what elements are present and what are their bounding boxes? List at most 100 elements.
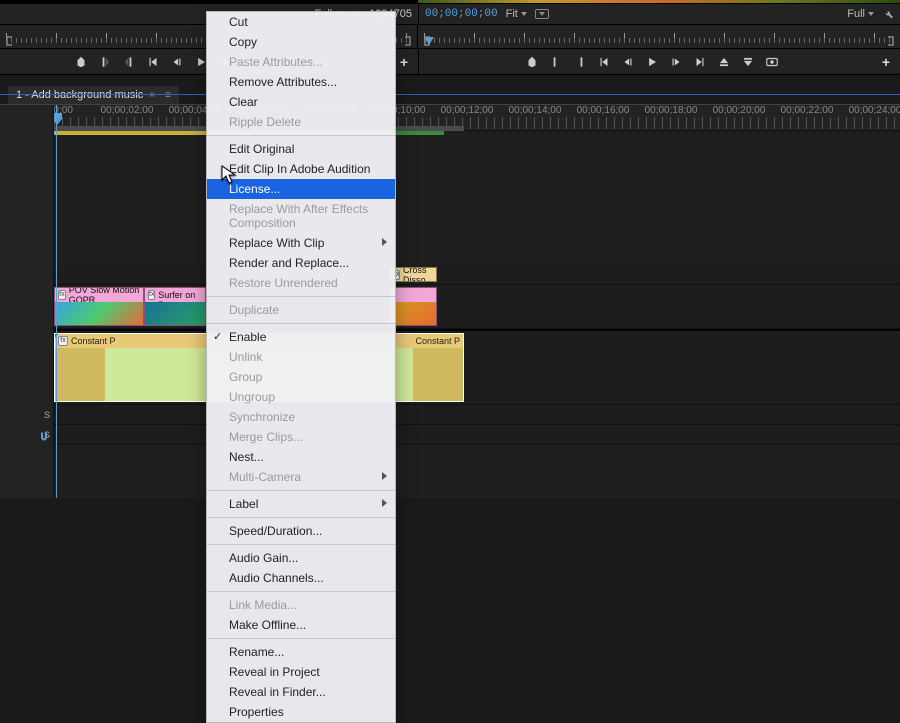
mark-in-button[interactable] (549, 55, 563, 69)
menu-item[interactable]: Audio Channels... (207, 568, 395, 588)
track-v2[interactable]: fxCross Disso (54, 265, 900, 285)
clip-label: Cross Disso (403, 267, 433, 282)
ruler-tick-label: 00;00;12;00 (441, 105, 494, 116)
sequence-tab-title: 1 - Add background music (16, 89, 143, 101)
audio-crossfade-left[interactable] (55, 348, 105, 401)
panel-menu-icon[interactable]: ≡ (165, 90, 171, 101)
menu-separator (207, 544, 395, 545)
track-a2[interactable] (54, 405, 900, 425)
menu-item[interactable]: Copy (207, 32, 395, 52)
mark-out-button[interactable] (122, 55, 136, 69)
menu-separator (207, 490, 395, 491)
menu-item[interactable]: Speed/Duration... (207, 521, 395, 541)
menu-item[interactable]: Properties (207, 702, 395, 722)
mark-out-button[interactable] (573, 55, 587, 69)
menu-item[interactable]: Make Offline... (207, 615, 395, 635)
menu-item: Ripple Delete (207, 112, 395, 132)
ruler-tick-label: 00;00;02;00 (101, 105, 154, 116)
button-editor-plus[interactable]: + (878, 54, 894, 70)
monitor-previews (0, 0, 900, 3)
extract-button[interactable] (741, 55, 755, 69)
check-icon: ✓ (213, 330, 222, 343)
add-marker-button[interactable] (74, 55, 88, 69)
video-clip[interactable]: fxPOV Surfer on B (144, 287, 206, 326)
lift-button[interactable] (717, 55, 731, 69)
menu-item: Link Media... (207, 595, 395, 615)
menu-item[interactable]: Render and Replace... (207, 253, 395, 273)
menu-item[interactable]: Edit Original (207, 139, 395, 159)
menu-item: Duplicate (207, 300, 395, 320)
menu-item[interactable]: Audio Gain... (207, 548, 395, 568)
menu-item[interactable]: Remove Attributes... (207, 72, 395, 92)
timeline-tracks[interactable]: ;00;0000;00;02;0000;00;04;0000;00;06;000… (54, 105, 900, 498)
source-monitor-preview (0, 0, 418, 3)
track-header-a2[interactable]: S (0, 405, 54, 425)
clip-context-menu: CutCopyPaste Attributes...Remove Attribu… (206, 11, 396, 723)
menu-item[interactable]: Reveal in Finder... (207, 682, 395, 702)
add-marker-button[interactable] (525, 55, 539, 69)
menu-separator (207, 296, 395, 297)
menu-item[interactable]: Nest... (207, 447, 395, 467)
export-frame-button[interactable] (765, 55, 779, 69)
close-icon[interactable]: × (149, 90, 155, 101)
step-forward-button[interactable] (669, 55, 683, 69)
menu-item[interactable]: Replace With Clip (207, 233, 395, 253)
chevron-down-icon (868, 12, 874, 16)
ruler-tick-label: 00;00;18;00 (645, 105, 698, 116)
track-v1[interactable]: fxPOV Slow Motion GOPR fxPOV Surfer on B (54, 285, 900, 329)
mouse-cursor-icon (221, 165, 237, 185)
menu-item[interactable]: Label (207, 494, 395, 514)
menu-item[interactable]: Enable✓ (207, 327, 395, 347)
video-clip[interactable] (389, 287, 437, 326)
play-button[interactable] (645, 55, 659, 69)
go-to-in-button[interactable] (146, 55, 160, 69)
menu-item: Restore Unrendered (207, 273, 395, 293)
submenu-arrow-icon (382, 472, 387, 480)
video-clip[interactable]: fxPOV Slow Motion GOPR (54, 287, 144, 326)
menu-item[interactable]: Rename... (207, 642, 395, 662)
menu-item: Ungroup (207, 387, 395, 407)
mark-in-button[interactable] (98, 55, 112, 69)
ruler-tick-label: 00;00;14;00 (509, 105, 562, 116)
program-zoom-dropdown[interactable]: Fit (506, 8, 527, 20)
menu-item: Synchronize (207, 407, 395, 427)
audio-crossfade-right[interactable] (413, 348, 463, 401)
active-panel-indicator (0, 94, 900, 95)
clip-thumbnail (145, 302, 205, 325)
fx-badge-icon: fx (58, 290, 66, 300)
step-back-button[interactable] (170, 55, 184, 69)
menu-separator (207, 323, 395, 324)
snap-icon[interactable] (38, 431, 50, 443)
timeline-panel: S S ;00;0000;00;02;0000;00;04;0000;00;06… (0, 105, 900, 498)
button-editor-plus[interactable]: + (396, 54, 412, 70)
transition-clip[interactable]: fxCross Disso (389, 267, 437, 282)
menu-item: Unlink (207, 347, 395, 367)
program-monitor-preview (418, 0, 900, 3)
wrench-icon[interactable] (882, 8, 894, 20)
program-resolution-dropdown[interactable]: Full (847, 8, 874, 20)
transport-row: + + (0, 49, 900, 75)
track-a1[interactable]: fx Constant P Constant P (54, 331, 900, 405)
menu-item: Multi-Camera (207, 467, 395, 487)
menu-item[interactable]: Clear (207, 92, 395, 112)
playhead[interactable] (56, 105, 57, 498)
ruler-tick-label: 00;00;22;00 (781, 105, 834, 116)
menu-separator (207, 517, 395, 518)
program-timecode[interactable]: 00;00;00;00 (425, 8, 498, 20)
fx-badge-icon: fx (148, 290, 155, 300)
menu-item[interactable]: Reveal in Project (207, 662, 395, 682)
go-to-in-button[interactable] (597, 55, 611, 69)
ruler-tick-label: 00;00;24;00 (849, 105, 900, 116)
menu-item[interactable]: Cut (207, 12, 395, 32)
timeline-ruler[interactable]: ;00;0000;00;02;0000;00;04;0000;00;06;000… (54, 105, 900, 131)
sequence-tabbar: 1 - Add background music × ≡ (0, 85, 900, 105)
step-back-button[interactable] (621, 55, 635, 69)
menu-separator (207, 135, 395, 136)
video-tracks-spacer (54, 135, 900, 265)
fx-badge-icon: fx (58, 336, 68, 346)
settings-dropdown-icon[interactable] (535, 9, 549, 19)
go-to-out-button[interactable] (693, 55, 707, 69)
sequence-tab[interactable]: 1 - Add background music × ≡ (8, 86, 179, 104)
track-a3[interactable] (54, 425, 900, 445)
program-ruler[interactable] (418, 25, 900, 49)
